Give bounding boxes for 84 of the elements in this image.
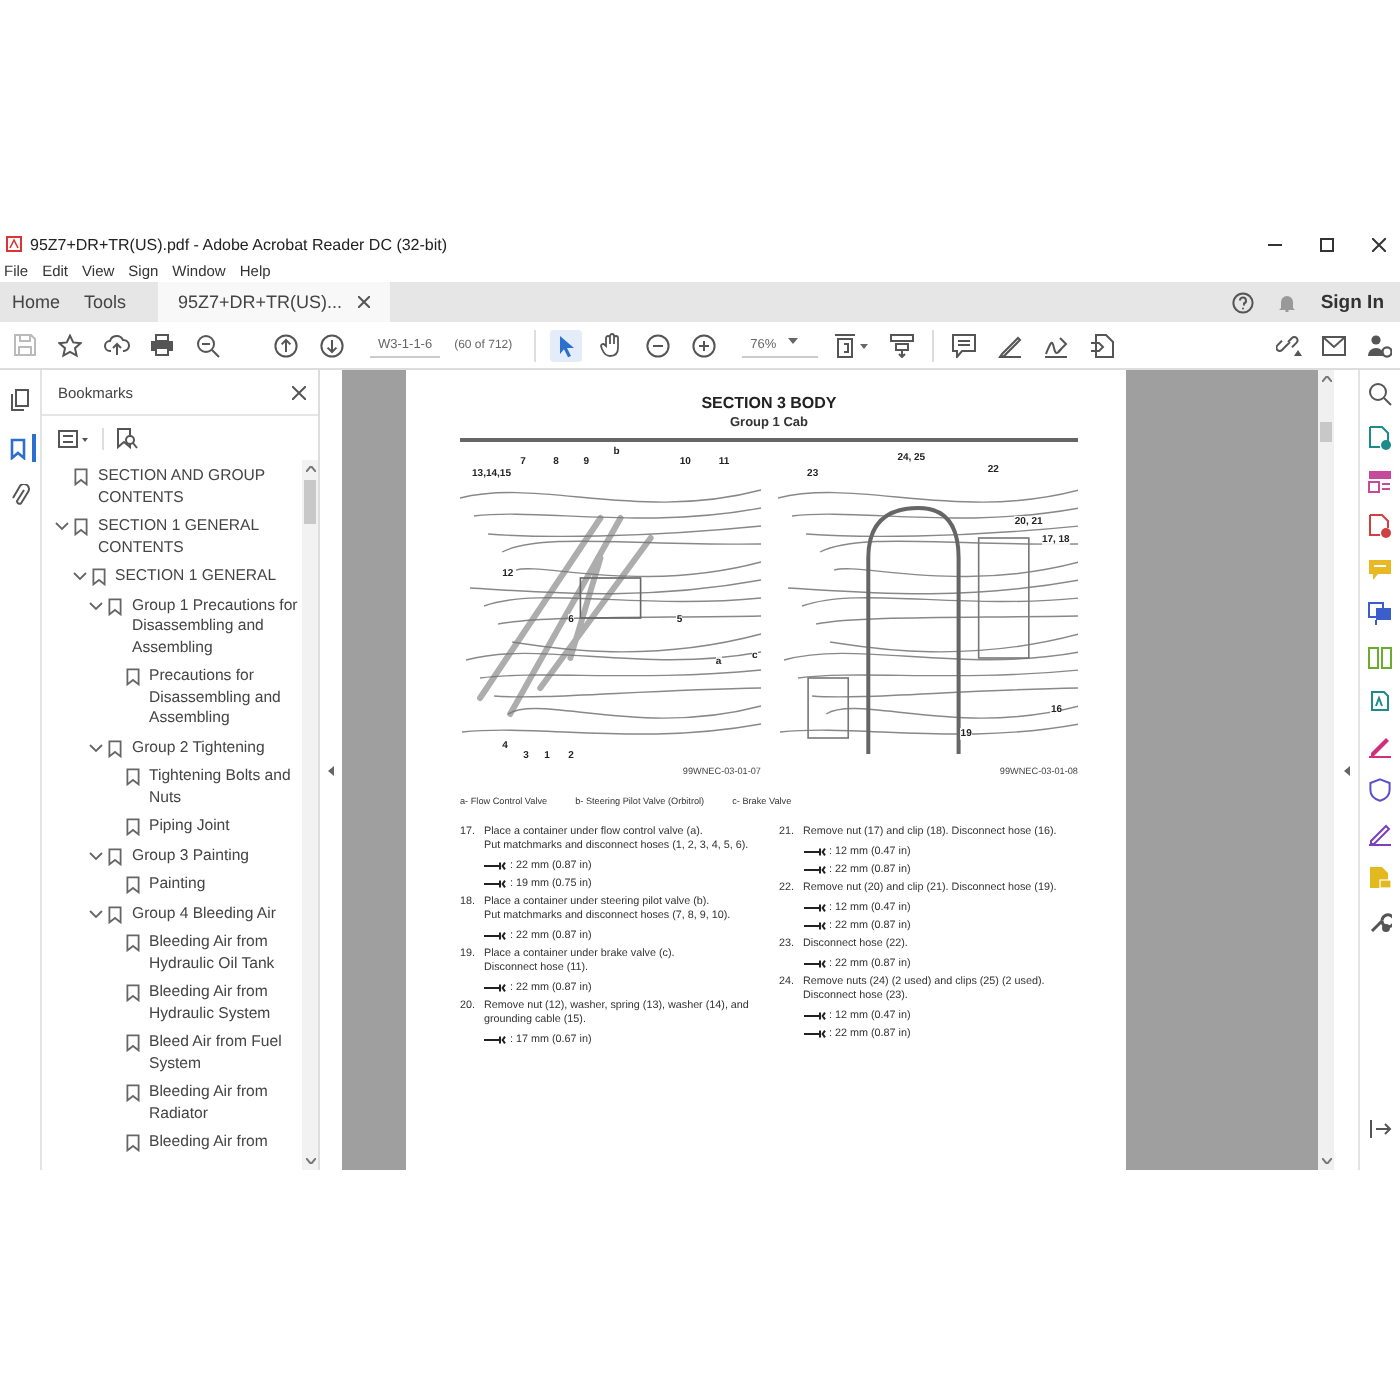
section-title: SECTION 3 BODY: [699, 394, 839, 412]
wrench-icon: [803, 865, 825, 873]
document-edit-icon[interactable]: [1368, 690, 1392, 714]
scroll-up-icon[interactable]: [305, 466, 315, 472]
help-icon[interactable]: [1232, 291, 1255, 313]
scroll-down-icon[interactable]: [305, 1158, 315, 1164]
chevron-icon[interactable]: [88, 597, 104, 613]
pen-icon[interactable]: [1368, 734, 1392, 758]
star-icon[interactable]: [58, 333, 82, 357]
pointer-icon: [557, 333, 576, 357]
bookmark-icon: [125, 1134, 139, 1152]
pen-icon[interactable]: [998, 333, 1023, 357]
wrench-icon: [484, 1035, 506, 1043]
scroll-down-icon[interactable]: [1321, 1158, 1331, 1164]
expand-panel-icon[interactable]: [1369, 1120, 1391, 1138]
bookmark-icon: [125, 1084, 139, 1102]
scroll-thumb[interactable]: [1320, 422, 1332, 442]
link-icon[interactable]: [1275, 334, 1301, 356]
chevron-icon[interactable]: [88, 739, 104, 755]
signature-icon[interactable]: [1368, 822, 1392, 846]
minimize-icon: [1267, 243, 1281, 245]
wrench-icon: [803, 1029, 825, 1037]
zoom-in-icon[interactable]: [692, 333, 717, 357]
collapse-handle-icon[interactable]: [328, 765, 334, 775]
chevron-icon[interactable]: [88, 847, 104, 863]
caret-icon: [788, 337, 799, 343]
wrench-icon: [803, 903, 825, 911]
hand-icon: [600, 332, 625, 358]
person-gear-icon[interactable]: [1368, 333, 1392, 357]
comment-icon[interactable]: [952, 333, 977, 357]
tab[interactable]: 95Z7+DR+TR(US)...: [158, 282, 391, 322]
zoom-out-icon[interactable]: [196, 333, 220, 357]
close-icon[interactable]: [292, 385, 306, 399]
zoom-out-icon[interactable]: [646, 333, 671, 357]
wrench-icon: [484, 931, 506, 939]
layout-icon[interactable]: [1368, 470, 1392, 494]
bookmark-icon: [125, 668, 139, 686]
wrench-icon: [484, 861, 506, 869]
chevron-icon[interactable]: [54, 518, 70, 534]
maximize-icon: [1319, 237, 1333, 251]
tab[interactable]: Tools: [72, 282, 139, 322]
paperclip-icon[interactable]: [10, 484, 30, 508]
close-icon: [1371, 237, 1385, 251]
wrench-icon[interactable]: [1368, 910, 1392, 934]
scrollbar[interactable]: [1318, 370, 1334, 1170]
window-title: 95Z7+DR+TR(US).pdf - Adobe Acrobat Reader DC (32-bit): [30, 235, 448, 253]
tab[interactable]: Home: [0, 282, 73, 322]
pdf-file-icon: [6, 236, 22, 252]
find-bookmark-icon[interactable]: [116, 427, 138, 449]
bookmark-icon: [125, 984, 139, 1002]
options-icon[interactable]: [58, 429, 90, 447]
bookmark-icon[interactable]: [10, 437, 26, 459]
columns-icon[interactable]: [1368, 646, 1392, 670]
scroll-up-icon[interactable]: [1321, 376, 1331, 382]
scroll-mode-icon[interactable]: [890, 333, 915, 357]
printer-icon[interactable]: [150, 334, 174, 356]
select-tool[interactable]: [550, 329, 583, 361]
wrench-icon: [803, 921, 825, 929]
sign-in-link[interactable]: Sign In: [1320, 291, 1384, 313]
chevron-icon[interactable]: [88, 905, 104, 921]
wrench-icon: [484, 879, 506, 887]
bookmark-icon: [125, 1034, 139, 1052]
scrollbar[interactable]: [302, 460, 318, 1170]
wrench-icon: [484, 983, 506, 991]
fit-page-icon[interactable]: [834, 333, 871, 357]
cloud-upload-icon[interactable]: [103, 334, 129, 356]
wrench-icon: [803, 1011, 825, 1019]
wrench-icon: [803, 847, 825, 855]
pages-icon[interactable]: [10, 388, 30, 412]
signature-icon[interactable]: [1044, 333, 1069, 357]
search-icon[interactable]: [1368, 382, 1392, 406]
wrench-icon: [803, 959, 825, 967]
bookmark-icon: [74, 468, 88, 486]
mail-icon[interactable]: [1322, 335, 1346, 355]
bookmark-icon: [74, 518, 88, 536]
down-arrow-icon[interactable]: [320, 333, 344, 357]
chevron-icon[interactable]: [71, 568, 87, 584]
combine-icon[interactable]: [1368, 602, 1392, 626]
up-arrow-icon[interactable]: [274, 333, 298, 357]
scroll-thumb[interactable]: [304, 480, 316, 524]
collapse-handle-icon[interactable]: [1343, 765, 1349, 775]
document-tag-icon[interactable]: [1090, 333, 1115, 357]
shield-icon[interactable]: [1368, 778, 1392, 802]
close-icon[interactable]: [358, 296, 371, 308]
